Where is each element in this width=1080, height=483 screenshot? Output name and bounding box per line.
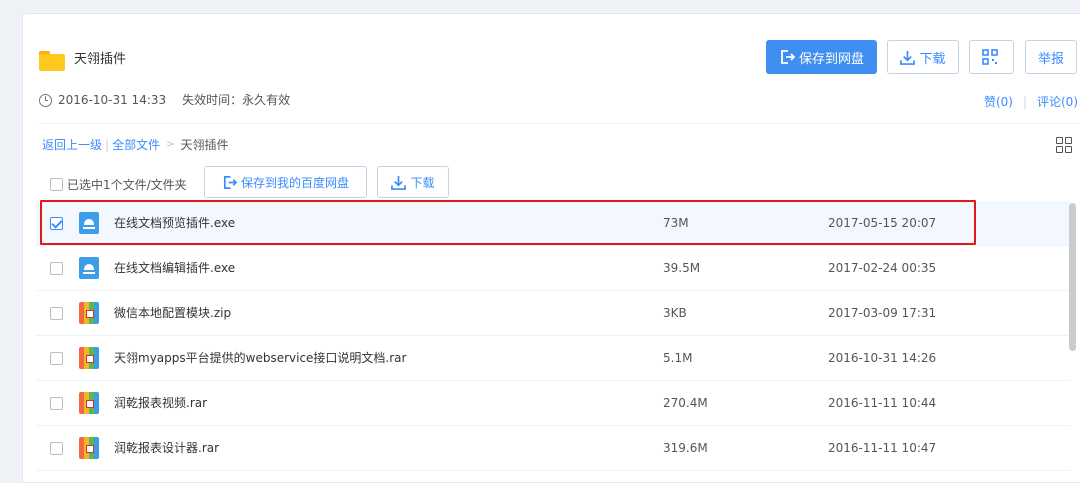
select-all-checkbox[interactable] xyxy=(50,177,63,191)
breadcrumb-arrow-icon: > xyxy=(166,139,175,150)
qrcode-button[interactable] xyxy=(969,40,1014,74)
file-date: 2016-11-11 10:47 xyxy=(828,441,937,455)
file-date: 2017-03-09 17:31 xyxy=(828,306,937,320)
expire-text: 失效时间：永久有效 xyxy=(182,93,291,107)
report-label: 举报 xyxy=(1037,51,1064,67)
download-button[interactable]: 下载 xyxy=(887,40,959,74)
folder-icon xyxy=(39,51,65,71)
file-row[interactable]: 天翎myapps平台提供的webservice接口说明文档.rar 5.1M 2… xyxy=(36,336,1070,381)
file-name[interactable]: 天翎myapps平台提供的webservice接口说明文档.rar xyxy=(114,350,406,366)
file-row[interactable]: 润乾报表视频.rar 270.4M 2016-11-11 10:44 xyxy=(36,381,1070,426)
file-name[interactable]: 在线文档预览插件.exe xyxy=(114,215,235,231)
comment-link[interactable]: 评论(0) xyxy=(1037,93,1078,110)
file-size: 5.1M xyxy=(663,351,693,365)
archive-file-icon xyxy=(79,392,99,414)
selected-count-label: 已选中1个文件/文件夹 xyxy=(67,177,187,192)
share-title: 天翎插件 xyxy=(74,52,127,67)
save-to-my-cloud-label: 保存到我的百度网盘 xyxy=(240,175,349,190)
archive-file-icon xyxy=(79,347,99,369)
like-link[interactable]: 赞(0) xyxy=(984,93,1013,110)
file-row[interactable]: 微信本地配置模块.zip 3KB 2017-03-09 17:31 xyxy=(36,291,1070,336)
file-date: 2017-05-15 20:07 xyxy=(828,216,937,230)
file-checkbox[interactable] xyxy=(50,442,63,455)
download-icon xyxy=(391,175,407,190)
save-to-cloud-button[interactable]: 保存到网盘 xyxy=(766,40,877,74)
save-icon xyxy=(781,50,795,64)
file-size: 3KB xyxy=(663,306,687,320)
file-checkbox[interactable] xyxy=(50,217,63,230)
toolbar-download-label: 下载 xyxy=(410,175,435,190)
social-links: 赞(0) | 评论(0) xyxy=(984,93,1078,110)
qrcode-icon xyxy=(981,49,998,65)
breadcrumb-back[interactable]: 返回上一级 xyxy=(42,137,102,153)
save-to-my-cloud-button[interactable]: 保存到我的百度网盘 xyxy=(204,166,367,198)
file-date: 2016-11-11 10:44 xyxy=(828,396,937,410)
file-checkbox[interactable] xyxy=(50,307,63,320)
archive-file-icon xyxy=(79,302,99,324)
file-list: 在线文档预览插件.exe 73M 2017-05-15 20:07 在线文档编辑… xyxy=(36,201,1070,471)
download-icon xyxy=(900,50,916,65)
breadcrumb: 返回上一级 | 全部文件 > 天翎插件 xyxy=(42,137,228,153)
save-to-cloud-label: 保存到网盘 xyxy=(798,51,864,67)
clock-icon xyxy=(39,93,52,107)
file-row[interactable]: 润乾报表设计器.rar 319.6M 2016-11-11 10:47 xyxy=(36,426,1070,471)
file-date: 2016-10-31 14:26 xyxy=(828,351,937,365)
file-size: 270.4M xyxy=(663,396,708,410)
file-size: 73M xyxy=(663,216,689,230)
file-name[interactable]: 润乾报表视频.rar xyxy=(114,395,207,411)
selection-toolbar: 已选中1个文件/文件夹 xyxy=(50,168,187,200)
file-checkbox[interactable] xyxy=(50,352,63,365)
download-label: 下载 xyxy=(919,51,946,67)
file-row[interactable]: 在线文档编辑插件.exe 39.5M 2017-02-24 00:35 xyxy=(36,246,1070,291)
grid-view-icon[interactable] xyxy=(1056,137,1073,154)
save-icon xyxy=(223,175,237,189)
file-name[interactable]: 润乾报表设计器.rar xyxy=(114,440,219,456)
breadcrumb-current: 天翎插件 xyxy=(180,138,229,152)
exe-file-icon xyxy=(79,257,99,279)
file-date: 2017-02-24 00:35 xyxy=(828,261,937,275)
file-name[interactable]: 微信本地配置模块.zip xyxy=(114,305,231,321)
share-meta: 2016-10-31 14:33 失效时间：永久有效 xyxy=(39,92,290,108)
breadcrumb-separator: | xyxy=(105,138,110,152)
exe-file-icon xyxy=(79,212,99,234)
share-date: 2016-10-31 14:33 xyxy=(58,93,167,107)
scrollbar[interactable] xyxy=(1069,203,1076,351)
file-size: 39.5M xyxy=(663,261,701,275)
links-divider: | xyxy=(1022,94,1027,109)
file-checkbox[interactable] xyxy=(50,262,63,275)
file-size: 319.6M xyxy=(663,441,708,455)
toolbar-download-button[interactable]: 下载 xyxy=(377,166,449,198)
file-name[interactable]: 在线文档编辑插件.exe xyxy=(114,260,235,276)
divider xyxy=(39,123,1080,124)
file-row[interactable]: 在线文档预览插件.exe 73M 2017-05-15 20:07 xyxy=(36,201,1070,246)
breadcrumb-all-files[interactable]: 全部文件 xyxy=(112,137,160,153)
report-button[interactable]: 举报 xyxy=(1025,40,1077,74)
file-checkbox[interactable] xyxy=(50,397,63,410)
archive-file-icon xyxy=(79,437,99,459)
